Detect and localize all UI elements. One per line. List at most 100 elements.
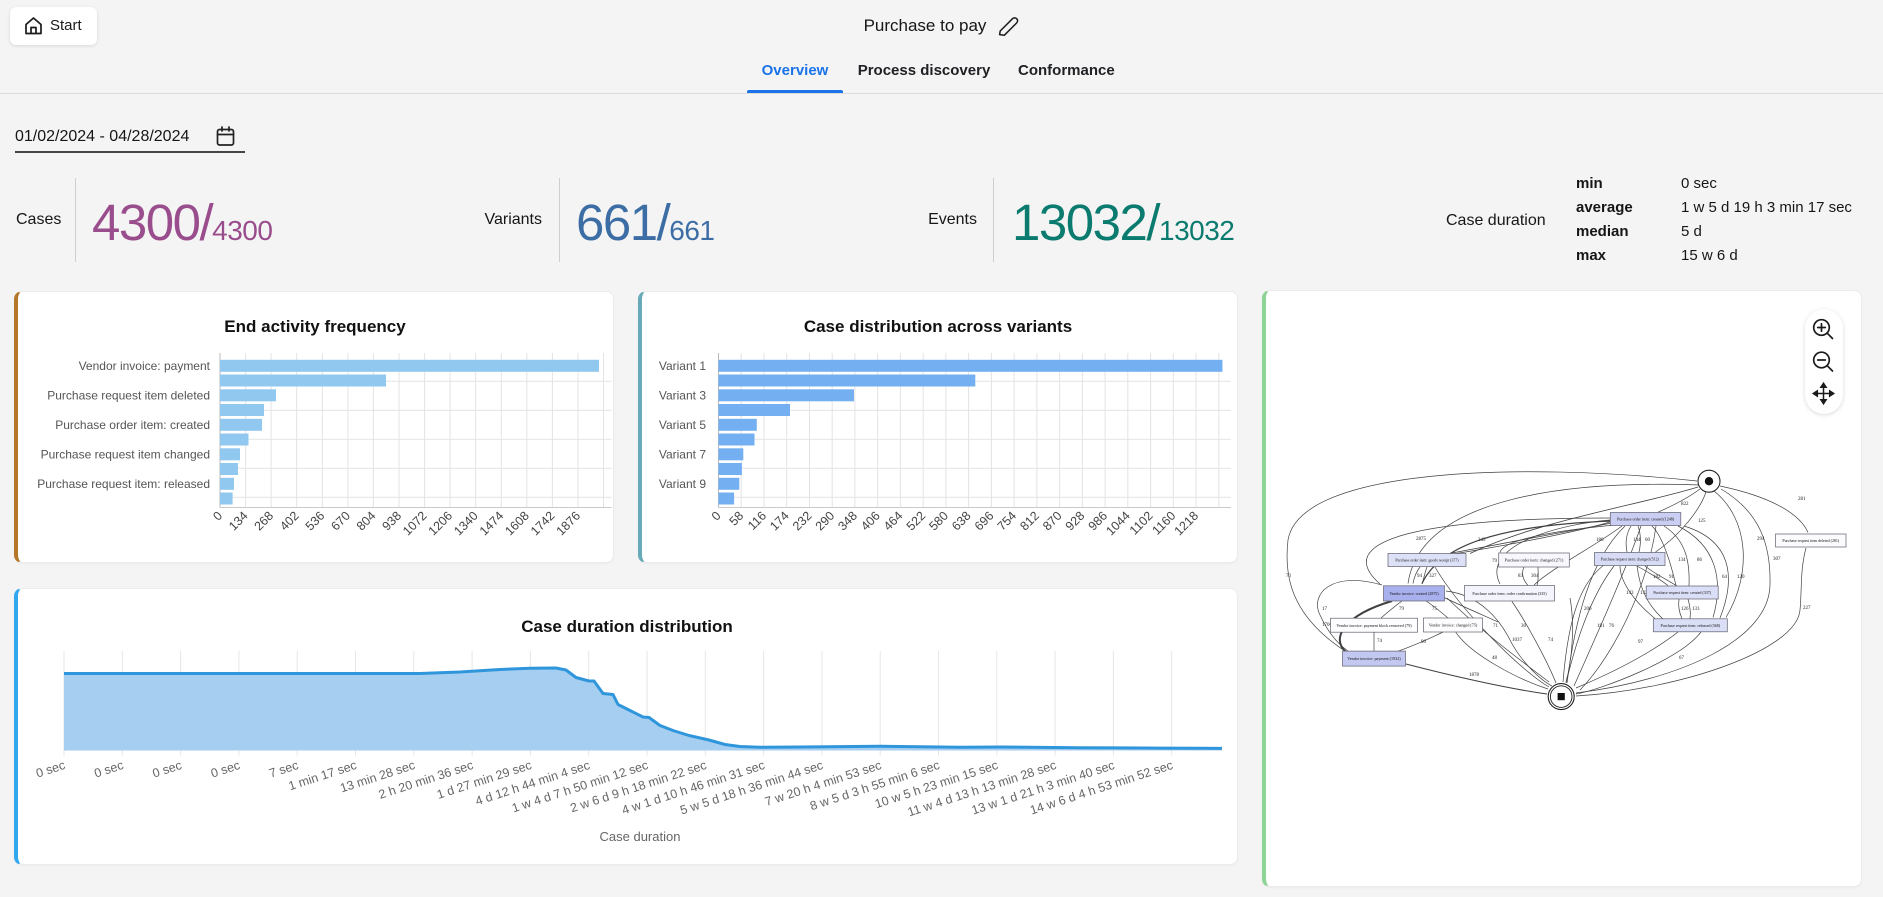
svg-text:870: 870 — [1040, 509, 1065, 534]
svg-text:97: 97 — [1638, 640, 1644, 645]
svg-text:232: 232 — [790, 509, 815, 534]
svg-text:812: 812 — [1017, 509, 1042, 534]
svg-text:58: 58 — [727, 509, 747, 529]
svg-text:1160: 1160 — [1150, 509, 1179, 538]
svg-text:290: 290 — [813, 509, 838, 534]
svg-text:327: 327 — [1429, 574, 1437, 579]
svg-text:1474: 1474 — [477, 509, 507, 539]
svg-text:75: 75 — [1432, 607, 1438, 612]
svg-text:60: 60 — [1645, 538, 1651, 543]
svg-text:0 sec: 0 sec — [151, 758, 184, 781]
svg-text:754: 754 — [995, 509, 1020, 534]
svg-text:638: 638 — [949, 509, 974, 534]
svg-text:343: 343 — [1478, 538, 1486, 543]
svg-text:580: 580 — [926, 509, 951, 534]
svg-text:91: 91 — [1669, 575, 1675, 580]
svg-text:73: 73 — [1286, 574, 1292, 579]
svg-text:181: 181 — [1597, 624, 1605, 629]
svg-text:1876: 1876 — [554, 509, 584, 539]
svg-text:1878: 1878 — [1469, 673, 1480, 678]
svg-text:2875: 2875 — [1416, 537, 1427, 542]
svg-text:464: 464 — [881, 509, 906, 534]
svg-text:Variant 3: Variant 3 — [659, 389, 706, 403]
svg-text:67: 67 — [1679, 656, 1685, 661]
svg-text:1742: 1742 — [528, 509, 558, 539]
svg-text:74: 74 — [1548, 638, 1554, 643]
svg-text:696: 696 — [972, 509, 997, 534]
svg-text:1340: 1340 — [451, 509, 481, 539]
svg-text:402: 402 — [277, 509, 302, 534]
svg-text:268: 268 — [252, 509, 277, 534]
svg-text:Purchase request item: release: Purchase request item: released (368) — [1661, 623, 1721, 628]
svg-text:928: 928 — [1063, 509, 1088, 534]
svg-text:Vendor invoice: changed (75): Vendor invoice: changed (75) — [1429, 623, 1478, 628]
svg-text:143: 143 — [1626, 591, 1634, 596]
svg-text:822: 822 — [1681, 502, 1689, 507]
svg-text:71: 71 — [1493, 624, 1499, 629]
svg-text:206: 206 — [1584, 607, 1592, 612]
svg-text:Variant 9: Variant 9 — [659, 477, 706, 491]
svg-text:Variant 1: Variant 1 — [659, 359, 706, 373]
svg-text:17: 17 — [1322, 607, 1328, 612]
svg-text:0 sec: 0 sec — [209, 758, 242, 781]
svg-text:522: 522 — [904, 509, 929, 534]
svg-text:144: 144 — [1633, 538, 1641, 543]
svg-text:281: 281 — [1798, 497, 1806, 502]
svg-text:0 sec: 0 sec — [34, 758, 67, 781]
svg-text:90: 90 — [1421, 640, 1427, 645]
svg-text:Purchase request item deleted: Purchase request item deleted — [47, 389, 210, 403]
svg-text:Vendor invoice: payment: Vendor invoice: payment — [79, 359, 211, 373]
svg-text:1102: 1102 — [1127, 509, 1156, 538]
svg-text:125: 125 — [1698, 519, 1706, 524]
svg-text:Vendor invoice: payment block: Vendor invoice: payment block removed (7… — [1336, 623, 1412, 628]
svg-text:Purchase order item: created (: Purchase order item: created (1248) — [1617, 517, 1675, 522]
svg-text:0: 0 — [709, 509, 724, 524]
svg-text:79: 79 — [1399, 607, 1405, 612]
svg-text:1072: 1072 — [400, 509, 430, 539]
svg-text:83: 83 — [1518, 574, 1524, 579]
svg-text:804: 804 — [354, 509, 379, 534]
svg-text:134: 134 — [1678, 558, 1686, 563]
svg-text:Purchase request item changed: Purchase request item changed — [41, 448, 210, 462]
svg-text:0 sec: 0 sec — [92, 758, 125, 781]
svg-text:48: 48 — [1492, 656, 1498, 661]
svg-text:116: 116 — [745, 509, 769, 533]
svg-text:79: 79 — [1492, 559, 1498, 564]
svg-text:133: 133 — [1692, 607, 1700, 612]
svg-text:Vendor invoice: created (2875): Vendor invoice: created (2875) — [1389, 591, 1439, 596]
svg-text:186: 186 — [1596, 538, 1604, 543]
svg-text:227: 227 — [1803, 606, 1811, 611]
svg-text:Purchase order item: goods rec: Purchase order item: goods receipt (377) — [1395, 559, 1459, 563]
svg-text:182: 182 — [1653, 575, 1661, 580]
svg-text:1206: 1206 — [426, 509, 456, 539]
svg-text:134: 134 — [226, 509, 251, 534]
svg-text:126: 126 — [1681, 607, 1689, 612]
svg-text:76: 76 — [1609, 624, 1615, 629]
svg-text:Purchase request item deleted: Purchase request item deleted (281) — [1782, 538, 1840, 543]
svg-text:0: 0 — [210, 509, 225, 524]
svg-text:64: 64 — [1722, 575, 1728, 580]
svg-text:406: 406 — [858, 509, 883, 534]
svg-text:Purchase order item: created: Purchase order item: created — [55, 418, 210, 432]
svg-text:Purchase request item: changed: Purchase request item: changed (512) — [1601, 558, 1660, 562]
svg-text:670: 670 — [328, 509, 353, 534]
svg-text:174: 174 — [767, 509, 792, 534]
svg-text:1218: 1218 — [1172, 509, 1202, 539]
svg-text:120: 120 — [1737, 575, 1745, 580]
svg-text:Case duration: Case duration — [600, 829, 681, 844]
svg-text:Purchase order item: order con: Purchase order item: order confirmation … — [1472, 591, 1547, 596]
svg-text:1044: 1044 — [1103, 509, 1133, 539]
svg-text:Variant 5: Variant 5 — [659, 418, 706, 432]
svg-text:294: 294 — [1757, 537, 1765, 542]
svg-text:74: 74 — [1377, 639, 1383, 644]
svg-text:Variant 7: Variant 7 — [659, 448, 706, 462]
svg-text:1608: 1608 — [502, 509, 532, 539]
svg-text:86: 86 — [1697, 558, 1703, 563]
svg-text:30: 30 — [1521, 624, 1527, 629]
svg-text:94: 94 — [1417, 574, 1423, 579]
svg-text:Vendor invoice: payment (1932): Vendor invoice: payment (1932) — [1347, 656, 1401, 661]
svg-text:304: 304 — [1531, 574, 1539, 579]
svg-text:1037: 1037 — [1512, 638, 1523, 643]
svg-text:Purchase order item: changed (: Purchase order item: changed (271) — [1505, 558, 1564, 563]
svg-text:Purchase request item: release: Purchase request item: released — [37, 477, 210, 491]
